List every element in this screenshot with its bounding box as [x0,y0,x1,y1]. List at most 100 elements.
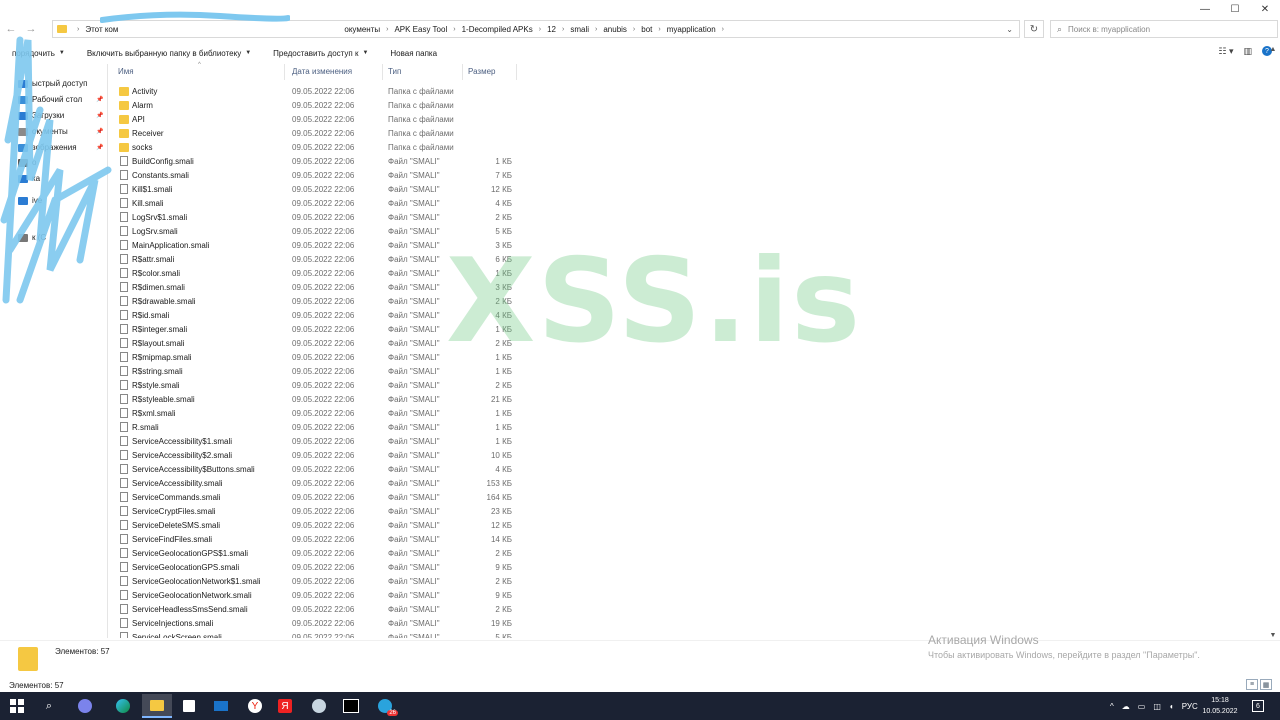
share-with-button[interactable]: Предоставить доступ к ▼ [273,49,368,58]
breadcrumb-myapplication[interactable]: myapplication [667,25,716,34]
scroll-up-icon[interactable]: ▲ [1268,44,1278,54]
explorer-icon[interactable] [142,694,172,718]
sidebar-item[interactable]: Рабочий стол 📌 [18,95,103,104]
telegram-icon[interactable]: 26 [370,694,400,718]
folder-row[interactable]: Receiver 09.05.2022 22:06 Папка с файлами [110,126,1260,140]
file-row[interactable]: ServiceInjections.smali 09.05.2022 22:06 Ф… [110,616,1260,630]
file-row[interactable]: BuildConfig.smali 09.05.2022 22:06 Файл "S… [110,154,1260,168]
file-row[interactable]: ServiceDeleteSMS.smali 09.05.2022 22:06 Фа… [110,518,1260,532]
column-divider[interactable] [382,64,383,80]
file-row[interactable]: ServiceHeadlessSmsSend.smali 09.05.2022 2… [110,602,1260,616]
mail-icon[interactable] [206,694,236,718]
file-row[interactable]: R.smali 09.05.2022 22:06 Файл "SMALI" 1 КБ [110,420,1260,434]
folder-row[interactable]: Alarm 09.05.2022 22:06 Папка с файлами [110,98,1260,112]
file-type: Файл "SMALI" [388,185,440,194]
breadcrumb-documents[interactable]: окументы [344,25,380,34]
notification-icon[interactable]: 6 [1252,692,1264,720]
activation-subtitle: Чтобы активировать Windows, перейдите в … [928,650,1200,660]
file-type: Файл "SMALI" [388,563,440,572]
chevron-right-icon: › [77,25,80,33]
file-icon [120,268,128,278]
file-date: 09.05.2022 22:06 [292,199,355,208]
start-icon[interactable] [2,694,32,718]
file-row[interactable]: ServiceGeolocationNetwork$1.smali 09.05.2… [110,574,1260,588]
network-icon[interactable]: ◫ [1153,702,1161,711]
file-row[interactable]: ServiceFindFiles.smali 09.05.2022 22:06 Фа… [110,532,1260,546]
volume-icon[interactable]: ◖ [1169,702,1174,711]
breadcrumb-apk-easy-tool[interactable]: APK Easy Tool [394,25,447,34]
file-row[interactable]: ServiceGeolocationGPS.smali 09.05.2022 22… [110,560,1260,574]
search-icon[interactable]: ⌕ [34,694,64,718]
column-date[interactable]: Дата изменения [292,67,352,76]
breadcrumb-bot[interactable]: bot [641,25,652,34]
breadcrumb-smali[interactable]: smali [570,25,589,34]
column-divider[interactable] [516,64,517,80]
column-type[interactable]: Тип [388,67,401,76]
file-row[interactable]: ServiceAccessibility$Buttons.smali 09.05.… [110,462,1260,476]
file-row[interactable]: R$xml.smali 09.05.2022 22:06 Файл "SMALI" 1… [110,406,1260,420]
file-row[interactable]: ServiceCryptFiles.smali 09.05.2022 22:06 Ф… [110,504,1260,518]
details-view-icon[interactable]: ≡ [1246,679,1258,690]
scroll-down-icon[interactable]: ▼ [1268,630,1278,640]
file-row[interactable]: LogSrv$1.smali 09.05.2022 22:06 Файл "SMAL… [110,210,1260,224]
file-name: Alarm [132,101,153,110]
file-row[interactable]: ServiceGeolocationNetwork.smali 09.05.202… [110,588,1260,602]
file-date: 09.05.2022 22:06 [292,143,355,152]
refresh-button[interactable]: ↻ [1024,20,1044,38]
vertical-scrollbar[interactable]: ▲ ▼ [1268,44,1278,640]
sidebar-item[interactable]: о [18,158,36,167]
breadcrumb-decompiled[interactable]: 1-Decompiled APKs [462,25,533,34]
file-type: Файл "SMALI" [388,255,440,264]
sidebar-item[interactable]: ка [18,174,40,183]
file-row[interactable]: R$style.smali 09.05.2022 22:06 Файл "SMALI… [110,378,1260,392]
yandex-browser-icon[interactable]: Y [240,694,270,718]
address-dropdown-icon[interactable]: ⌄ [1006,25,1013,34]
sidebar-item[interactable]: окументы 📌 [18,127,103,136]
file-row[interactable]: ServiceAccessibility$2.smali 09.05.2022 2… [110,448,1260,462]
column-size[interactable]: Размер [468,67,496,76]
file-row[interactable]: ServiceAccessibility.smali 09.05.2022 22:… [110,476,1260,490]
teams-icon[interactable] [70,694,100,718]
organize-button[interactable]: порядочить ▼ [12,49,65,58]
folder-row[interactable]: Activity 09.05.2022 22:06 Папка с файлами [110,84,1260,98]
breadcrumb-anubis[interactable]: anubis [603,25,627,34]
file-row[interactable]: Kill.smali 09.05.2022 22:06 Файл "SMALI" 4 … [110,196,1260,210]
file-row[interactable]: ServiceLockScreen.smali 09.05.2022 22:06 Ф… [110,630,1260,638]
column-divider[interactable] [462,64,463,80]
cloud-icon[interactable]: ☁ [1122,702,1130,711]
edge-icon[interactable] [108,694,138,718]
preview-pane-icon[interactable]: ▥ [1243,46,1252,57]
search-box[interactable]: ⌕ Поиск в: myapplication [1050,20,1278,38]
include-in-library-button[interactable]: Включить выбранную папку в библиотеку ▼ [87,49,251,58]
sidebar-item[interactable]: зображения 📌 [18,143,103,152]
file-row[interactable]: Constants.smali 09.05.2022 22:06 Файл "SMA… [110,168,1260,182]
battery-icon[interactable]: ▭ [1138,702,1146,711]
file-icon [120,604,128,614]
folder-row[interactable]: API 09.05.2022 22:06 Папка с файлами [110,112,1260,126]
column-name[interactable]: Имя [118,67,134,76]
yandex-icon[interactable]: Я [270,694,300,718]
new-folder-button[interactable]: Новая папка [390,49,437,58]
clock[interactable]: 15:18 10.05.2022 [1198,695,1242,717]
sidebar-item[interactable]: ыстрый доступ [18,79,88,88]
file-row[interactable]: R$styleable.smali 09.05.2022 22:06 Файл "S… [110,392,1260,406]
sidebar-item[interactable]: к (С [18,233,46,242]
sidebar-item[interactable]: Загрузки 📌 [18,111,103,120]
steam-icon[interactable] [304,694,334,718]
file-row[interactable]: ServiceGeolocationGPS$1.smali 09.05.2022 … [110,546,1260,560]
breadcrumb-12[interactable]: 12 [547,25,556,34]
chevron-up-icon[interactable]: ^ [1110,702,1114,711]
language-indicator[interactable]: РУС [1182,702,1198,711]
sidebar-item[interactable]: ive [18,196,42,205]
column-divider[interactable] [284,64,285,80]
file-row[interactable]: ServiceAccessibility$1.smali 09.05.2022 2… [110,434,1260,448]
change-view-icon[interactable]: ☷ ▾ [1218,46,1233,57]
folder-row[interactable]: socks 09.05.2022 22:06 Папка с файлами [110,140,1260,154]
large-icons-view-icon[interactable]: ▦ [1260,679,1272,690]
game-icon[interactable] [336,694,366,718]
file-row[interactable]: ServiceCommands.smali 09.05.2022 22:06 Фай… [110,490,1260,504]
forward-arrow-icon[interactable]: → [24,22,38,36]
file-row[interactable]: Kill$1.smali 09.05.2022 22:06 Файл "SMALI"… [110,182,1260,196]
store-icon[interactable] [174,694,204,718]
back-arrow-icon[interactable]: ← [4,22,18,36]
